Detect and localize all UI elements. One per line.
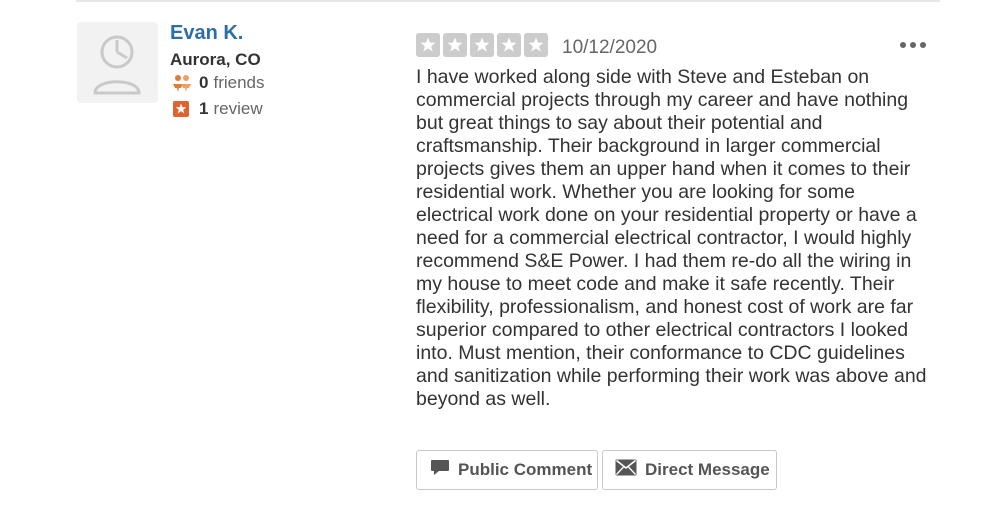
- reviews-count: 1: [199, 99, 209, 118]
- star-icon: [443, 33, 467, 57]
- more-options-icon[interactable]: [900, 40, 926, 50]
- review-text: I have worked along side with Steve and …: [416, 66, 927, 410]
- avatar[interactable]: [77, 22, 158, 103]
- public-comment-label: Public Comment: [458, 460, 593, 479]
- star-icon: [470, 33, 494, 57]
- direct-message-label: Direct Message: [645, 460, 770, 479]
- speech-bubble-icon: [430, 459, 450, 482]
- default-avatar-icon: [93, 35, 141, 95]
- envelope-icon: [615, 459, 637, 481]
- dot-icon: [920, 42, 926, 48]
- friends-icon: [172, 74, 192, 92]
- reviews-label: review: [213, 99, 263, 118]
- top-divider: [76, 0, 940, 2]
- review-star-icon: [172, 100, 192, 118]
- user-location: Aurora, CO: [170, 50, 261, 69]
- friends-stat: 0 friends: [172, 73, 265, 93]
- star-icon: [416, 33, 440, 57]
- star-rating: [416, 33, 548, 57]
- star-icon: [497, 33, 521, 57]
- user-name-link[interactable]: Evan K.: [170, 22, 243, 45]
- public-comment-button[interactable]: Public Comment: [416, 450, 598, 490]
- friends-label: friends: [213, 73, 265, 92]
- dot-icon: [910, 42, 916, 48]
- review-date: 10/12/2020: [562, 37, 658, 58]
- reviews-stat: 1 review: [172, 99, 263, 119]
- dot-icon: [900, 42, 906, 48]
- direct-message-button[interactable]: Direct Message: [602, 450, 777, 490]
- friends-count: 0: [199, 73, 209, 92]
- star-icon: [524, 33, 548, 57]
